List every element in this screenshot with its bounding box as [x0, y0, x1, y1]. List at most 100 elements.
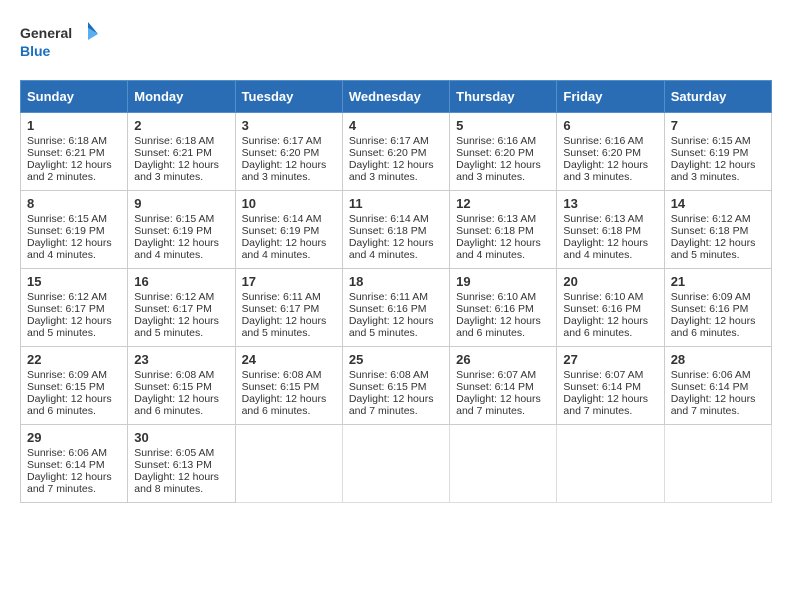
day-number: 10	[242, 196, 336, 211]
day-number: 9	[134, 196, 228, 211]
daylight: Daylight: 12 hours and 7 minutes.	[456, 393, 541, 417]
day-number: 3	[242, 118, 336, 133]
sunrise: Sunrise: 6:15 AM	[27, 213, 107, 225]
daylight: Daylight: 12 hours and 4 minutes.	[242, 237, 327, 261]
calendar-cell: 29Sunrise: 6:06 AMSunset: 6:14 PMDayligh…	[21, 425, 128, 503]
calendar-cell: 8Sunrise: 6:15 AMSunset: 6:19 PMDaylight…	[21, 191, 128, 269]
sunrise: Sunrise: 6:10 AM	[563, 291, 643, 303]
sunrise: Sunrise: 6:06 AM	[27, 447, 107, 459]
sunrise: Sunrise: 6:05 AM	[134, 447, 214, 459]
daylight: Daylight: 12 hours and 4 minutes.	[456, 237, 541, 261]
sunset: Sunset: 6:18 PM	[563, 225, 641, 237]
calendar-cell: 9Sunrise: 6:15 AMSunset: 6:19 PMDaylight…	[128, 191, 235, 269]
sunset: Sunset: 6:15 PM	[242, 381, 320, 393]
sunrise: Sunrise: 6:08 AM	[134, 369, 214, 381]
day-number: 6	[563, 118, 657, 133]
calendar-cell: 4Sunrise: 6:17 AMSunset: 6:20 PMDaylight…	[342, 113, 449, 191]
calendar-table: SundayMondayTuesdayWednesdayThursdayFrid…	[20, 80, 772, 503]
column-header-wednesday: Wednesday	[342, 81, 449, 113]
calendar-cell: 23Sunrise: 6:08 AMSunset: 6:15 PMDayligh…	[128, 347, 235, 425]
sunset: Sunset: 6:20 PM	[563, 147, 641, 159]
sunset: Sunset: 6:14 PM	[456, 381, 534, 393]
sunset: Sunset: 6:20 PM	[456, 147, 534, 159]
sunrise: Sunrise: 6:12 AM	[27, 291, 107, 303]
day-number: 29	[27, 430, 121, 445]
calendar-cell	[557, 425, 664, 503]
calendar-cell: 26Sunrise: 6:07 AMSunset: 6:14 PMDayligh…	[450, 347, 557, 425]
svg-text:General: General	[20, 25, 72, 41]
sunrise: Sunrise: 6:12 AM	[671, 213, 751, 225]
calendar-cell: 30Sunrise: 6:05 AMSunset: 6:13 PMDayligh…	[128, 425, 235, 503]
sunset: Sunset: 6:20 PM	[349, 147, 427, 159]
day-number: 14	[671, 196, 765, 211]
daylight: Daylight: 12 hours and 3 minutes.	[134, 159, 219, 183]
sunset: Sunset: 6:19 PM	[671, 147, 749, 159]
sunrise: Sunrise: 6:10 AM	[456, 291, 536, 303]
day-number: 28	[671, 352, 765, 367]
svg-text:Blue: Blue	[20, 43, 51, 59]
calendar-cell: 11Sunrise: 6:14 AMSunset: 6:18 PMDayligh…	[342, 191, 449, 269]
sunset: Sunset: 6:16 PM	[349, 303, 427, 315]
sunset: Sunset: 6:18 PM	[456, 225, 534, 237]
sunset: Sunset: 6:16 PM	[456, 303, 534, 315]
column-header-tuesday: Tuesday	[235, 81, 342, 113]
sunset: Sunset: 6:16 PM	[671, 303, 749, 315]
calendar-cell: 19Sunrise: 6:10 AMSunset: 6:16 PMDayligh…	[450, 269, 557, 347]
sunrise: Sunrise: 6:09 AM	[27, 369, 107, 381]
day-number: 7	[671, 118, 765, 133]
calendar-cell: 17 Sunrise: 6:11 AMSunset: 6:17 PMDayligh…	[235, 269, 342, 347]
sunrise: Sunrise: 6:07 AM	[456, 369, 536, 381]
day-number: 22	[27, 352, 121, 367]
daylight: Daylight: 12 hours and 4 minutes.	[27, 237, 112, 261]
calendar-week-2: 8Sunrise: 6:15 AMSunset: 6:19 PMDaylight…	[21, 191, 772, 269]
day-number: 25	[349, 352, 443, 367]
day-number: 18	[349, 274, 443, 289]
sunrise: Sunrise: 6:16 AM	[563, 135, 643, 147]
calendar-cell: 10Sunrise: 6:14 AMSunset: 6:19 PMDayligh…	[235, 191, 342, 269]
daylight: Daylight: 12 hours and 6 minutes.	[242, 393, 327, 417]
sunrise: Sunrise: 6:17 AM	[242, 135, 322, 147]
daylight: Daylight: 12 hours and 6 minutes.	[456, 315, 541, 339]
day-number: 4	[349, 118, 443, 133]
calendar-week-1: 1Sunrise: 6:18 AMSunset: 6:21 PMDaylight…	[21, 113, 772, 191]
sunrise: Sunrise: 6:14 AM	[349, 213, 429, 225]
sunset: Sunset: 6:21 PM	[134, 147, 212, 159]
sunset: Sunset: 6:19 PM	[134, 225, 212, 237]
calendar-cell: 13Sunrise: 6:13 AMSunset: 6:18 PMDayligh…	[557, 191, 664, 269]
calendar-cell: 1Sunrise: 6:18 AMSunset: 6:21 PMDaylight…	[21, 113, 128, 191]
calendar-cell: 5Sunrise: 6:16 AMSunset: 6:20 PMDaylight…	[450, 113, 557, 191]
daylight: Daylight: 12 hours and 5 minutes.	[242, 315, 327, 339]
calendar-cell: 12Sunrise: 6:13 AMSunset: 6:18 PMDayligh…	[450, 191, 557, 269]
sunset: Sunset: 6:14 PM	[27, 459, 105, 471]
sunrise: Sunrise: 6:08 AM	[349, 369, 429, 381]
sunrise: Sunrise: 6:08 AM	[242, 369, 322, 381]
daylight: Daylight: 12 hours and 3 minutes.	[349, 159, 434, 183]
sunrise: Sunrise: 6:11 AM	[242, 291, 321, 303]
daylight: Daylight: 12 hours and 4 minutes.	[349, 237, 434, 261]
daylight: Daylight: 12 hours and 5 minutes.	[134, 315, 219, 339]
sunset: Sunset: 6:15 PM	[349, 381, 427, 393]
sunset: Sunset: 6:17 PM	[242, 303, 320, 315]
sunrise: Sunrise: 6:06 AM	[671, 369, 751, 381]
daylight: Daylight: 12 hours and 6 minutes.	[671, 315, 756, 339]
sunrise: Sunrise: 6:18 AM	[27, 135, 107, 147]
sunset: Sunset: 6:13 PM	[134, 459, 212, 471]
daylight: Daylight: 12 hours and 6 minutes.	[134, 393, 219, 417]
calendar-cell: 2Sunrise: 6:18 AMSunset: 6:21 PMDaylight…	[128, 113, 235, 191]
sunrise: Sunrise: 6:15 AM	[134, 213, 214, 225]
day-number: 24	[242, 352, 336, 367]
calendar-cell: 14Sunrise: 6:12 AMSunset: 6:18 PMDayligh…	[664, 191, 771, 269]
calendar-cell: 18Sunrise: 6:11 AMSunset: 6:16 PMDayligh…	[342, 269, 449, 347]
sunset: Sunset: 6:19 PM	[242, 225, 320, 237]
sunrise: Sunrise: 6:16 AM	[456, 135, 536, 147]
day-number: 17	[242, 274, 336, 289]
daylight: Daylight: 12 hours and 5 minutes.	[671, 237, 756, 261]
day-number: 13	[563, 196, 657, 211]
daylight: Daylight: 12 hours and 4 minutes.	[563, 237, 648, 261]
daylight: Daylight: 12 hours and 6 minutes.	[27, 393, 112, 417]
sunset: Sunset: 6:19 PM	[27, 225, 105, 237]
calendar-cell: 21Sunrise: 6:09 AMSunset: 6:16 PMDayligh…	[664, 269, 771, 347]
logo: General Blue	[20, 20, 100, 64]
calendar-cell: 24 Sunrise: 6:08 AMSunset: 6:15 PMDayligh…	[235, 347, 342, 425]
sunset: Sunset: 6:17 PM	[27, 303, 105, 315]
